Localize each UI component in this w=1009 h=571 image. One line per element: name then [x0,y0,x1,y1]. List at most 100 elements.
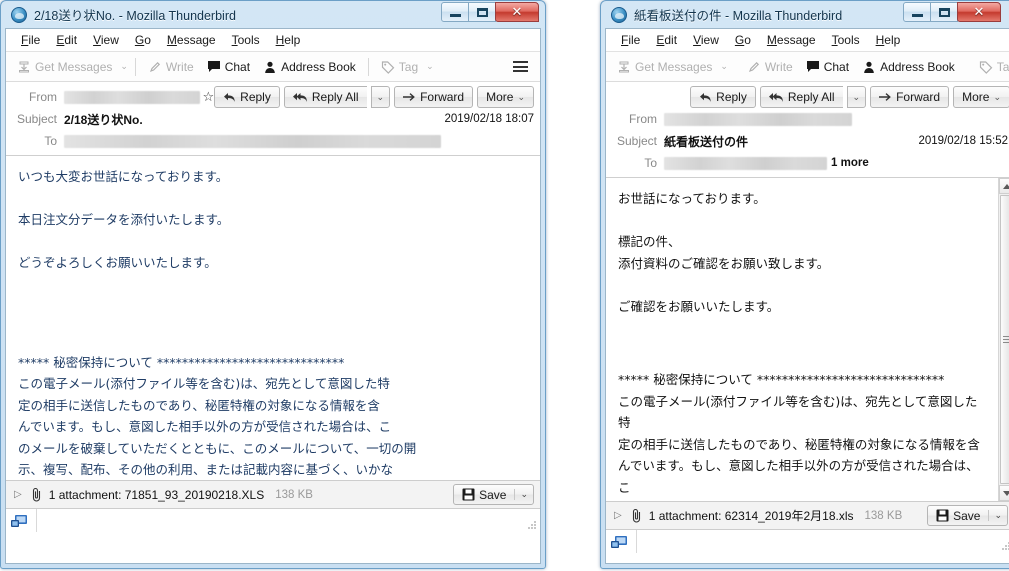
reply-button[interactable]: Reply [690,86,756,108]
attachment-bar-left[interactable]: ▷ 1 attachment: 71851_93_20190218.XLS 13… [6,480,540,508]
reply-all-label: Reply All [311,90,359,104]
chat-button[interactable]: Chat [801,58,854,76]
chat-bubble-icon [207,61,220,72]
reply-actions-left[interactable]: Reply Reply All ⌄ Forward More ⌄ [214,86,534,108]
menu-view[interactable]: View [86,31,126,49]
tag-dropdown-icon[interactable]: ⌄ [426,61,434,72]
attachment-expander-icon[interactable]: ▷ [12,489,24,500]
menu-go[interactable]: Go [728,31,758,49]
close-button[interactable]: ✕ [495,2,539,22]
to-redacted [664,156,827,170]
menu-view[interactable]: View [686,31,726,49]
get-messages-dropdown-icon[interactable]: ⌄ [720,61,728,72]
resize-grip[interactable] [1001,541,1009,551]
main-toolbar-left[interactable]: Get Messages ⌄ Write Chat Address Book T… [6,52,540,82]
reply-all-label: Reply All [787,90,835,104]
attachment-name[interactable]: 1 attachment: 71851_93_20190218.XLS [49,488,265,502]
network-status-icon[interactable] [11,513,30,529]
menu-file[interactable]: File [614,31,647,49]
attachment-name[interactable]: 1 attachment: 62314_2019年2月18.xls [649,507,854,524]
menubar-left[interactable]: File Edit View Go Message Tools Help [6,29,540,52]
toolbar-separator-2 [367,57,369,76]
pencil-icon [748,61,759,72]
scroll-up-button[interactable] [998,178,1009,194]
resize-grip[interactable] [527,520,537,530]
pencil-icon [149,61,160,72]
thunderbird-window-left[interactable]: 2/18送り状No. - Mozilla Thunderbird ✕ File … [0,0,546,569]
maximize-button[interactable] [468,2,496,22]
star-icon[interactable]: ☆ [203,89,215,105]
menu-tools[interactable]: Tools [225,31,267,49]
main-toolbar-right[interactable]: Get Messages ⌄ Write Chat Address Book T… [606,52,1009,82]
menu-go[interactable]: Go [128,31,158,49]
tag-button[interactable]: Tag [974,58,1009,76]
status-bar-right [606,529,1009,553]
save-attachment-button[interactable]: Save ⌄ [453,484,534,505]
get-messages-button[interactable]: Get Messages [12,58,117,76]
scrollbar-thumb[interactable] [999,195,1009,484]
more-button[interactable]: More ⌄ [953,86,1009,108]
reply-all-arrow-icon [768,92,783,102]
save-button-label-wrap[interactable]: Save [928,509,988,523]
message-body-right[interactable]: お世話になっております。 標記の件、 添付資料のご確認をお願い致します。 ご確認… [606,178,1009,501]
menu-help[interactable]: Help [269,31,308,49]
reply-actions-right[interactable]: Reply Reply All ⌄ Forward More ⌄ [690,86,1009,108]
maximize-button[interactable] [930,2,958,22]
menu-tools[interactable]: Tools [825,31,867,49]
menu-file[interactable]: File [14,31,47,49]
more-button[interactable]: More ⌄ [477,86,534,108]
save-attachment-button[interactable]: Save ⌄ [927,505,1008,526]
reply-all-button[interactable]: Reply All [283,86,367,108]
message-date: 2019/02/18 18:07 [444,113,534,125]
to-value [64,134,534,148]
menubar-right[interactable]: File Edit View Go Message Tools Help [606,29,1009,52]
scroll-down-button[interactable] [998,485,1009,501]
message-body-left[interactable]: いつも大変お世話になっております。 本日注文分データを添付いたします。 どうぞよ… [6,156,540,480]
menu-help[interactable]: Help [869,31,908,49]
save-button-label-wrap[interactable]: Save [454,488,514,502]
tag-label: Tag [996,59,1009,74]
reply-button[interactable]: Reply [214,86,280,108]
window-controls[interactable]: ✕ [441,2,539,22]
write-button[interactable]: Write [143,58,199,76]
menu-message[interactable]: Message [760,31,823,49]
more-recipients-link[interactable]: 1 more [831,157,869,169]
attachment-bar-right[interactable]: ▷ 1 attachment: 62314_2019年2月18.xls 138 … [606,501,1009,529]
menu-edit[interactable]: Edit [49,31,84,49]
minimize-button[interactable] [903,2,931,22]
app-menu-button[interactable] [507,61,534,72]
tag-button[interactable]: Tag [376,58,423,76]
menu-edit[interactable]: Edit [649,31,684,49]
reply-all-dropdown-button[interactable]: ⌄ [846,86,867,108]
save-dropdown-icon[interactable]: ⌄ [988,510,1007,521]
write-button[interactable]: Write [742,58,798,76]
attachment-expander-icon[interactable]: ▷ [612,510,624,521]
chat-bubble-icon [806,61,819,72]
address-book-button[interactable]: Address Book [258,58,361,76]
reply-actions-row[interactable]: Reply Reply All ⌄ Forward More ⌄ [606,86,1009,108]
forward-button[interactable]: Forward [394,86,474,108]
get-messages-label: Get Messages [35,59,113,74]
titlebar-right[interactable]: 紙看板送付の件 - Mozilla Thunderbird ✕ [605,1,1009,28]
close-button[interactable]: ✕ [957,2,1001,22]
message-header-left: From ☆ Reply Reply All ⌄ Forward More ⌄ … [6,82,540,156]
titlebar-left[interactable]: 2/18送り状No. - Mozilla Thunderbird ✕ [5,1,541,28]
get-messages-button[interactable]: Get Messages [612,58,717,76]
save-dropdown-icon[interactable]: ⌄ [514,489,533,500]
paperclip-icon [632,508,640,523]
reply-all-dropdown-button[interactable]: ⌄ [370,86,391,108]
reply-all-button[interactable]: Reply All [759,86,843,108]
subject-label: Subject [616,134,657,148]
menu-message[interactable]: Message [160,31,223,49]
body-confidentiality-footer: ***** 秘密保持について *************************… [618,372,980,495]
window-controls[interactable]: ✕ [903,2,1001,22]
get-messages-dropdown-icon[interactable]: ⌄ [120,61,128,72]
body-vertical-scrollbar[interactable] [998,178,1009,501]
to-redacted [64,134,441,148]
forward-button[interactable]: Forward [870,86,950,108]
minimize-button[interactable] [441,2,469,22]
address-book-button[interactable]: Address Book [857,58,960,76]
thunderbird-window-right[interactable]: 紙看板送付の件 - Mozilla Thunderbird ✕ File Edi… [600,0,1009,569]
network-status-icon[interactable] [611,534,630,550]
chat-button[interactable]: Chat [202,58,255,76]
